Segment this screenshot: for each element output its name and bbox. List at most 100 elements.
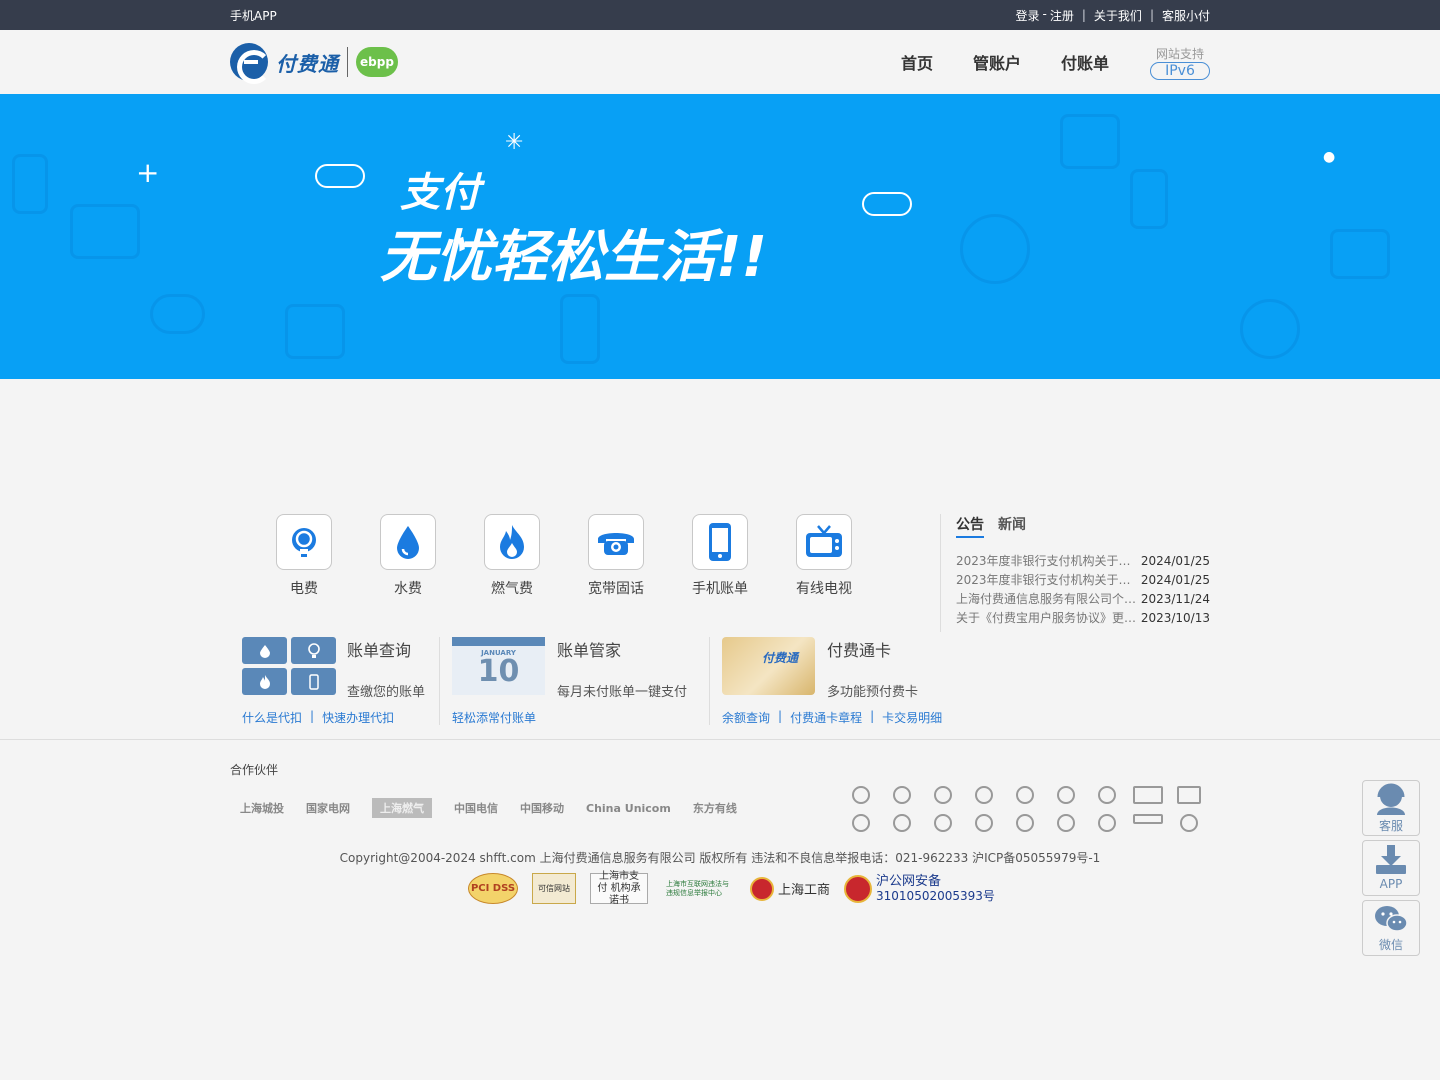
- quick-autopay-link[interactable]: 快速办理代扣: [322, 709, 394, 726]
- bank-logo-icon[interactable]: [851, 786, 870, 804]
- bank-logo-icon[interactable]: [892, 786, 911, 804]
- bill-query-icons[interactable]: [242, 637, 336, 695]
- flame-icon: [242, 668, 287, 695]
- side-customer-service-button[interactable]: 客服: [1362, 780, 1420, 836]
- news-item[interactable]: 上海付费通信息服务有限公司个… 2023/11/24: [956, 590, 1210, 609]
- customer-service-link[interactable]: 客服小付: [1162, 7, 1210, 24]
- service-label: 手机账单: [692, 581, 748, 597]
- news-item[interactable]: 2023年度非银行支付机构关于… 2024/01/25: [956, 571, 1210, 590]
- bank-logo-icon[interactable]: [1177, 786, 1202, 804]
- balance-query-link[interactable]: 余额查询: [722, 709, 770, 726]
- tab-announcements[interactable]: 公告: [956, 514, 984, 538]
- partner-logo[interactable]: 中国电信: [454, 800, 498, 816]
- bank-logo-icon[interactable]: [1057, 786, 1076, 804]
- bill-query-block: 账单查询 查缴您的账单 什么是代扣 | 快速办理代扣: [242, 637, 432, 727]
- police-number: 31010502005393号: [876, 888, 995, 903]
- top-bar: 手机APP 登录 - 注册 | 关于我们 | 客服小付: [0, 0, 1440, 30]
- partner-logo[interactable]: China Unicom: [586, 802, 671, 815]
- bank-logo-icon[interactable]: [1133, 786, 1164, 804]
- police-title: 沪公网安备: [876, 873, 942, 889]
- news-item[interactable]: 关于《付费宝用户服务协议》更… 2023/10/13: [956, 609, 1210, 628]
- gongshang-badge[interactable]: 上海工商: [750, 876, 830, 901]
- police-record-badge[interactable]: 沪公网安备 31010502005393号: [844, 873, 995, 903]
- partner-logo[interactable]: 国家电网: [306, 800, 350, 816]
- register-link[interactable]: 注册: [1050, 7, 1074, 24]
- service-electricity[interactable]: 电费: [276, 514, 332, 598]
- hero-banner[interactable]: + ✳ ● 支付 无忧轻松生活!!: [0, 94, 1440, 379]
- bank-logo-icon[interactable]: [892, 814, 911, 832]
- nav-pay-bill[interactable]: 付账单: [1061, 50, 1109, 74]
- fridge-pattern-icon: [560, 294, 600, 364]
- side-app-download-button[interactable]: APP: [1362, 840, 1420, 896]
- nav-manage-account[interactable]: 管账户: [973, 50, 1021, 74]
- copyright-text: Copyright@2004-2024 shfft.com 上海付费通信息服务有…: [339, 851, 1101, 865]
- bank-logo-icon[interactable]: [1057, 814, 1076, 832]
- news-tabs: 公告 新闻: [956, 514, 1210, 538]
- what-is-autopay-link[interactable]: 什么是代扣: [242, 709, 302, 726]
- bank-logo-icon[interactable]: [1015, 814, 1034, 832]
- partner-logo[interactable]: 东方有线: [693, 800, 737, 816]
- service-gas[interactable]: 燃气费: [484, 514, 540, 598]
- main-nav: 首页 管账户 付账单 网站支持 IPv6: [901, 45, 1210, 80]
- bank-logo-icon[interactable]: [1098, 786, 1117, 804]
- card-brand-text: 付费通: [762, 651, 799, 665]
- fan-pattern-icon: [1240, 299, 1300, 359]
- bill-manager-title[interactable]: 账单管家: [557, 637, 621, 661]
- bank-logo-icon[interactable]: [974, 814, 993, 832]
- card-rules-link[interactable]: 付费通卡章程: [790, 709, 862, 726]
- service-mobile[interactable]: 手机账单: [692, 514, 748, 598]
- prepaid-card-image[interactable]: 付费通: [722, 637, 815, 695]
- bank-logo-icon[interactable]: [1180, 814, 1199, 832]
- partner-logo[interactable]: 中国移动: [520, 800, 564, 816]
- separator: |: [1081, 8, 1086, 22]
- fft-card-desc: 多功能预付费卡: [827, 685, 919, 700]
- bill-manager-links: 轻松添常付账单: [452, 709, 536, 726]
- side-wechat-button[interactable]: 微信: [1362, 900, 1420, 956]
- partner-logo[interactable]: 上海燃气: [372, 798, 432, 818]
- fft-card-title[interactable]: 付费通卡: [827, 637, 891, 661]
- water-drop-icon: [380, 514, 436, 570]
- news-date: 2024/01/25: [1140, 573, 1210, 587]
- bank-logo-icon[interactable]: [933, 814, 952, 832]
- commitment-badge[interactable]: 上海市支付 机构承诺书: [590, 871, 648, 906]
- mobile-app-link[interactable]: 手机APP: [230, 7, 277, 24]
- partner-logo[interactable]: 上海城投: [240, 800, 284, 816]
- telephone-icon: [588, 514, 644, 570]
- water-drop-icon: [242, 637, 287, 664]
- bank-logo-icon[interactable]: [851, 814, 870, 832]
- top-bar-links: 登录 - 注册 | 关于我们 | 客服小付: [1016, 7, 1211, 24]
- service-water[interactable]: 水费: [380, 514, 436, 598]
- bank-logo-icon[interactable]: [1098, 814, 1117, 832]
- tv-pattern-icon: [285, 304, 345, 359]
- pci-dss-badge[interactable]: PCI DSS: [468, 873, 518, 904]
- fft-card-block: 付费通 付费通卡 多功能预付费卡 余额查询 | 付费通卡章程 | 卡交易明细: [722, 637, 952, 727]
- service-cable-tv[interactable]: 有线电视: [796, 514, 852, 598]
- news-item[interactable]: 2023年度非银行支付机构关于… 2024/01/25: [956, 552, 1210, 571]
- service-broadband[interactable]: 宽带固话: [588, 514, 644, 598]
- login-link[interactable]: 登录: [1016, 7, 1040, 24]
- trusted-site-badge[interactable]: 可信网站: [532, 873, 576, 904]
- national-emblem-icon: [750, 876, 774, 901]
- news-title[interactable]: 上海付费通信息服务有限公司个…: [956, 590, 1136, 609]
- bill-query-desc: 查缴您的账单: [347, 685, 426, 700]
- calendar-icon[interactable]: JANUARY 10: [452, 637, 545, 695]
- news-title[interactable]: 关于《付费宝用户服务协议》更…: [956, 609, 1136, 628]
- bank-logo-icon[interactable]: [974, 786, 993, 804]
- report-center-badge[interactable]: 上海市互联网违法与违规信息举报中心: [662, 873, 736, 904]
- partner-logos: 上海城投 国家电网 上海燃气 中国电信 中国移动 China Unicom 东方…: [240, 798, 737, 818]
- about-us-link[interactable]: 关于我们: [1094, 7, 1142, 24]
- nav-home[interactable]: 首页: [901, 50, 933, 74]
- sun-pattern-icon: [960, 214, 1030, 284]
- add-frequent-bill-link[interactable]: 轻松添常付账单: [452, 709, 536, 726]
- site-logo[interactable]: 付费通 ebpp: [230, 43, 398, 84]
- service-label: 有线电视: [796, 581, 852, 597]
- bank-logo-icon[interactable]: [1015, 786, 1034, 804]
- tab-news[interactable]: 新闻: [998, 514, 1026, 538]
- news-title[interactable]: 2023年度非银行支付机构关于…: [956, 571, 1136, 590]
- bank-logo-icon[interactable]: [1133, 814, 1164, 824]
- news-divider: [940, 514, 941, 632]
- card-transactions-link[interactable]: 卡交易明细: [882, 709, 942, 726]
- bill-query-title[interactable]: 账单查询: [347, 637, 411, 661]
- bank-logo-icon[interactable]: [933, 786, 952, 804]
- news-title[interactable]: 2023年度非银行支付机构关于…: [956, 552, 1136, 571]
